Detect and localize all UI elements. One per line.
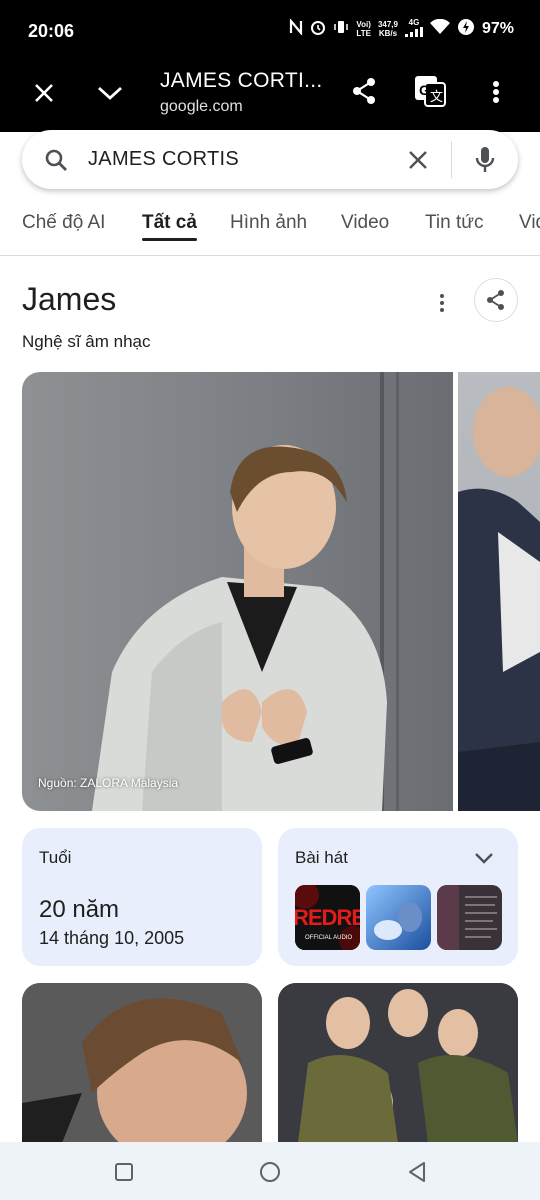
search-input[interactable]: JAMES CORTIS <box>88 148 239 171</box>
age-value: 20 năm <box>39 896 120 923</box>
status-time: 20:06 <box>28 21 75 41</box>
chevron-down-icon[interactable] <box>94 77 126 109</box>
status-bar: 20:06 Voi) LTE 347,9 KB/s 4G 97% <box>0 0 540 62</box>
chevron-down-icon[interactable] <box>472 848 496 868</box>
battery-level: 97% <box>481 19 514 37</box>
person-photo <box>92 372 399 811</box>
song-thumbnail-1-caption: OFFICIAL AUDIO <box>305 935 353 941</box>
song-cover-3 <box>437 885 502 950</box>
song-thumbnail-3[interactable] <box>437 885 502 950</box>
svg-text:文: 文 <box>430 89 443 104</box>
browser-top-bar: JAMES CORTI... google.com G文 <box>0 62 540 132</box>
photo-thumbnail-2[interactable] <box>278 983 518 1143</box>
tab-ai-mode[interactable]: Chế độ AI <box>22 212 105 234</box>
song-thumbnail-1-text: REDRE <box>295 905 360 930</box>
songs-card[interactable]: Bài hát REDRE OFFICIAL AUDIO <box>278 828 518 966</box>
close-icon[interactable] <box>28 77 60 109</box>
tab-all[interactable]: Tất cả <box>142 212 197 234</box>
song-thumbnail-2[interactable] <box>366 885 431 950</box>
tab-video-2[interactable]: Vid <box>519 212 540 234</box>
tab-video[interactable]: Video <box>341 212 389 234</box>
battery-charging-icon <box>457 18 475 39</box>
entity-title: James <box>22 281 117 317</box>
image-credit: Nguồn: ZALORA Malaysia <box>38 776 179 790</box>
age-label: Tuổi <box>39 848 72 867</box>
mic-icon[interactable] <box>470 144 500 176</box>
wifi-icon <box>429 18 450 38</box>
photo-1-image <box>22 983 262 1143</box>
more-vert-icon[interactable] <box>482 76 510 108</box>
page-title[interactable]: JAMES CORTI... <box>160 69 323 93</box>
search-tabs: Chế độ AI Tất cả Hình ảnh Video Tin tức … <box>0 200 540 256</box>
share-button[interactable] <box>474 278 518 322</box>
square-icon <box>115 1163 133 1181</box>
svg-text:G: G <box>419 82 430 98</box>
photo-2-image <box>278 983 518 1143</box>
back-button[interactable] <box>404 1160 430 1184</box>
triangle-back-icon <box>409 1162 425 1182</box>
birth-date: 14 tháng 10, 2005 <box>39 928 185 948</box>
tab-news[interactable]: Tin tức <box>425 212 483 234</box>
share-icon[interactable] <box>348 75 380 107</box>
system-nav-bar <box>0 1142 540 1200</box>
divider <box>451 141 452 178</box>
main-photo[interactable]: Nguồn: ZALORA Malaysia <box>22 372 453 811</box>
signal-icon: 4G <box>404 18 423 39</box>
songs-label: Bài hát <box>295 848 348 867</box>
nfc-icon <box>289 17 303 38</box>
vibrate-icon <box>333 19 349 38</box>
circle-icon <box>260 1162 280 1182</box>
clear-icon[interactable] <box>404 146 432 174</box>
side-photo[interactable] <box>458 372 540 811</box>
search-icon[interactable] <box>42 146 70 174</box>
side-photo-image <box>458 387 540 811</box>
photo-thumbnail-1[interactable] <box>22 983 262 1143</box>
translate-icon[interactable]: G文 <box>413 74 447 108</box>
alarm-icon <box>310 19 326 38</box>
recents-button[interactable] <box>112 1160 136 1184</box>
home-button[interactable] <box>257 1160 283 1184</box>
active-tab-indicator <box>142 238 197 241</box>
age-card[interactable]: Tuổi 20 năm 14 tháng 10, 2005 <box>22 828 262 966</box>
volte-indicator: Voi) LTE <box>356 19 371 38</box>
search-box[interactable]: JAMES CORTIS <box>22 130 518 189</box>
more-options-icon[interactable] <box>430 291 454 315</box>
song-cover-2 <box>366 885 431 950</box>
share-icon <box>487 290 504 310</box>
entity-subtitle: Nghệ sĩ âm nhạc <box>22 332 151 351</box>
network-speed: 347,9 KB/s <box>377 19 398 38</box>
page-domain[interactable]: google.com <box>160 98 243 116</box>
status-icons: Voi) LTE 347,9 KB/s 4G 97% <box>289 17 514 39</box>
tab-images[interactable]: Hình ảnh <box>230 212 307 234</box>
song-thumbnail-1[interactable]: REDRE OFFICIAL AUDIO <box>295 885 360 950</box>
